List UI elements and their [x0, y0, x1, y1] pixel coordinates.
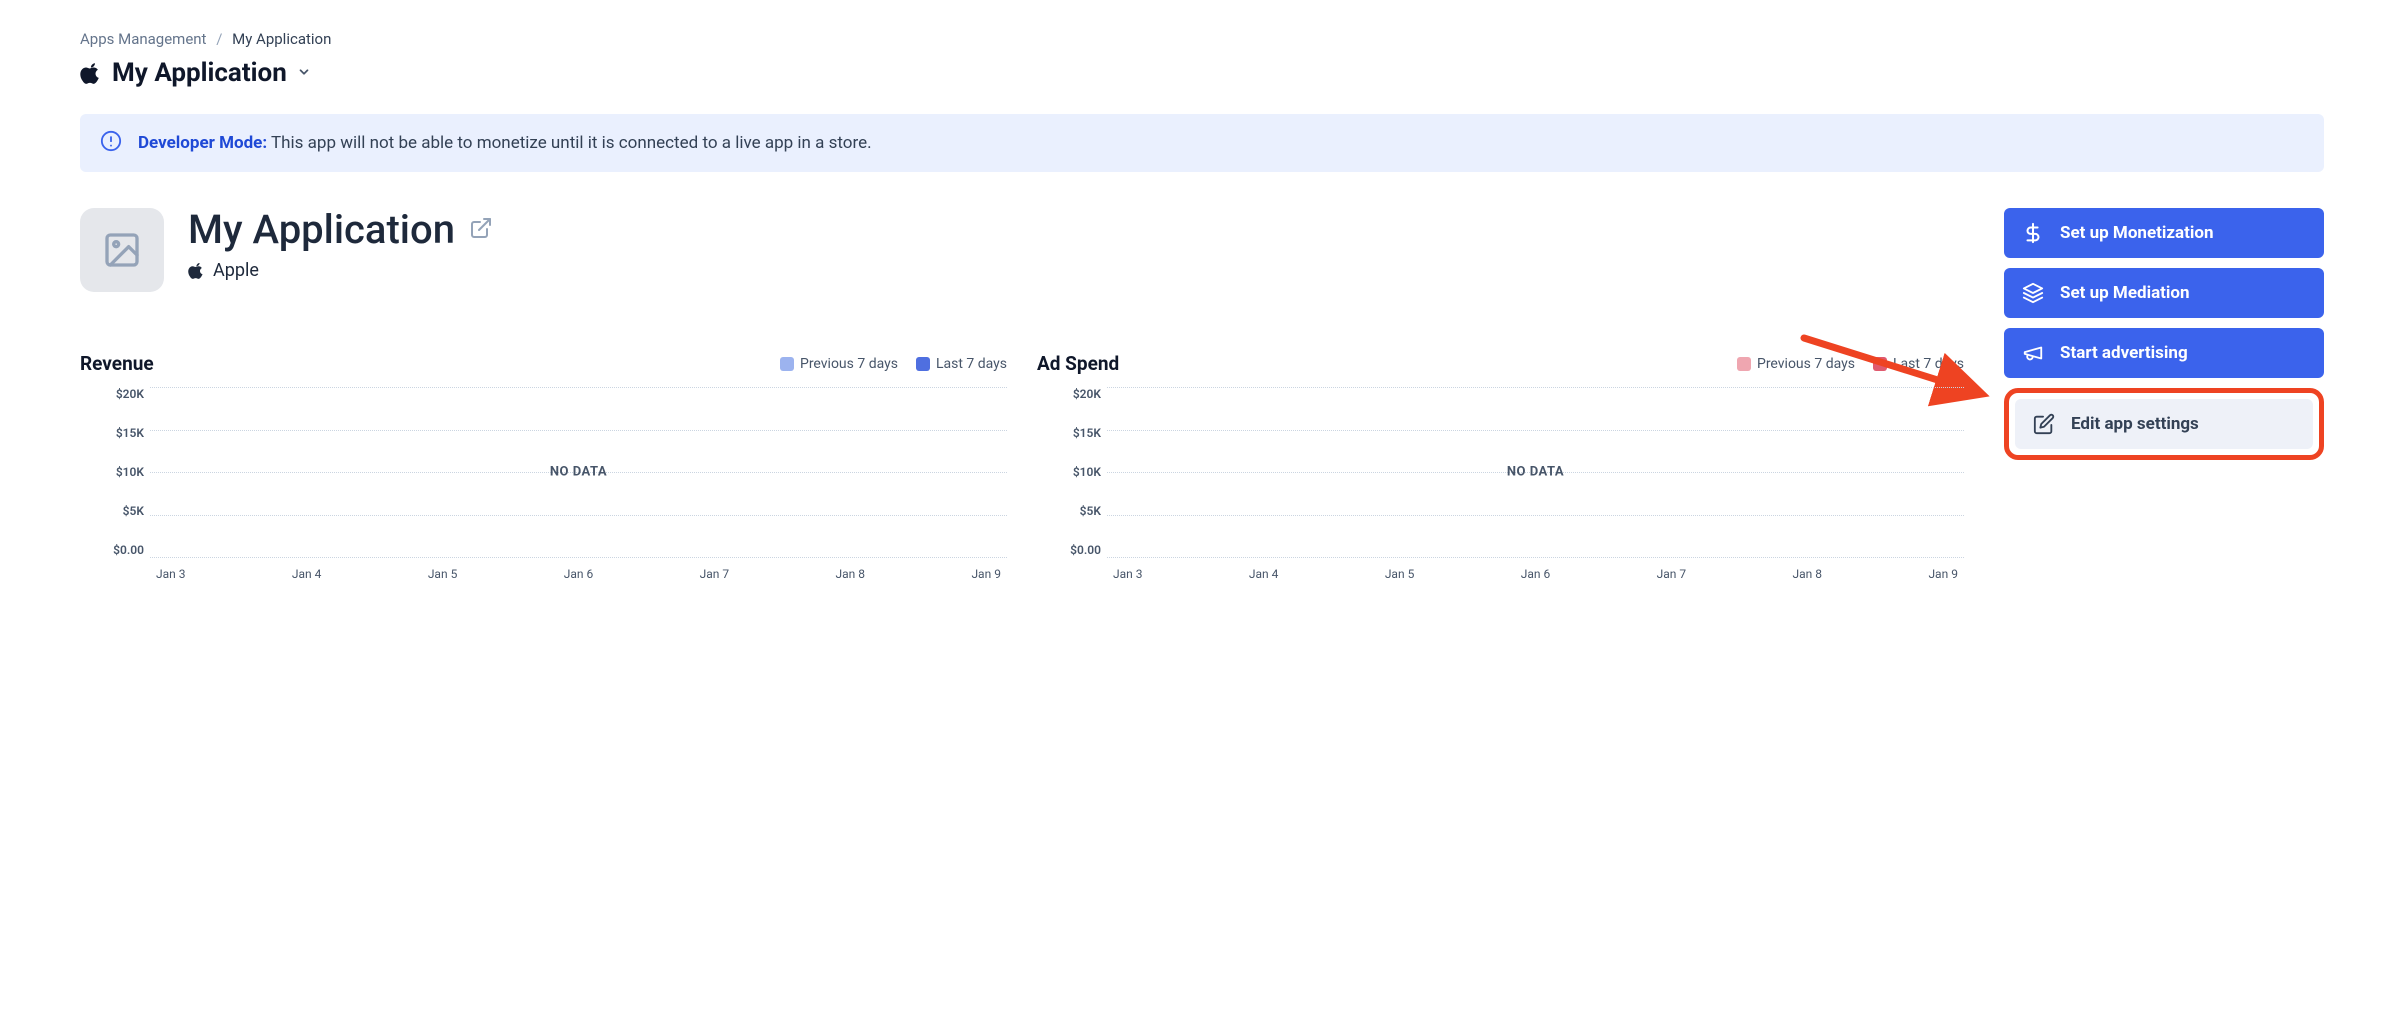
start-advertising-button[interactable]: Start advertising	[2004, 328, 2324, 378]
dollar-icon	[2022, 222, 2044, 244]
legend-swatch-icon	[1873, 357, 1887, 371]
breadcrumb: Apps Management / My Application	[80, 30, 2324, 48]
x-axis-labels: Jan 3 Jan 4 Jan 5 Jan 6 Jan 7 Jan 8 Jan …	[150, 567, 1007, 581]
setup-monetization-button[interactable]: Set up Monetization	[2004, 208, 2324, 258]
external-link-icon[interactable]	[469, 216, 493, 244]
chart-title: Revenue	[80, 352, 154, 375]
legend-swatch-icon	[1737, 357, 1751, 371]
banner-text: This app will not be able to monetize un…	[271, 133, 872, 153]
breadcrumb-separator: /	[216, 30, 222, 48]
y-axis-labels: $20K $15K $10K $5K $0.00	[1037, 387, 1101, 557]
setup-mediation-button[interactable]: Set up Mediation	[2004, 268, 2324, 318]
apple-logo-icon	[80, 61, 102, 85]
chart-revenue: Revenue Previous 7 days Last 7 days	[80, 352, 1007, 577]
legend-last: Last 7 days	[916, 356, 1007, 372]
legend-last: Last 7 days	[1873, 356, 1964, 372]
chart-adspend: Ad Spend Previous 7 days Last 7 days	[1037, 352, 1964, 577]
developer-mode-banner: Developer Mode: This app will not be abl…	[80, 114, 2324, 172]
chevron-down-icon	[297, 64, 311, 83]
y-axis-labels: $20K $15K $10K $5K $0.00	[80, 387, 144, 557]
plot-area: NO DATA	[150, 387, 1007, 557]
layers-icon	[2022, 282, 2044, 304]
apple-logo-icon	[188, 261, 205, 280]
app-icon-placeholder	[80, 208, 164, 292]
legend-swatch-icon	[916, 357, 930, 371]
x-axis-labels: Jan 3 Jan 4 Jan 5 Jan 6 Jan 7 Jan 8 Jan …	[1107, 567, 1964, 581]
no-data-label: NO DATA	[150, 465, 1007, 480]
chart-title: Ad Spend	[1037, 352, 1119, 375]
legend-prev: Previous 7 days	[1737, 356, 1855, 372]
breadcrumb-root-link[interactable]: Apps Management	[80, 30, 206, 48]
info-icon	[100, 130, 122, 156]
edit-app-settings-button[interactable]: Edit app settings	[2015, 399, 2313, 449]
megaphone-icon	[2022, 342, 2044, 364]
legend-swatch-icon	[780, 357, 794, 371]
edit-icon	[2033, 413, 2055, 435]
legend-prev: Previous 7 days	[780, 356, 898, 372]
app-title: My Application	[188, 208, 455, 252]
app-selector-name: My Application	[112, 58, 287, 88]
app-header: My Application Apple	[80, 208, 1964, 292]
banner-prefix: Developer Mode:	[138, 133, 267, 153]
annotation-highlight: Edit app settings	[2004, 388, 2324, 460]
app-selector[interactable]: My Application	[80, 58, 2324, 88]
app-platform-label: Apple	[213, 260, 259, 281]
no-data-label: NO DATA	[1107, 465, 1964, 480]
breadcrumb-current: My Application	[232, 30, 331, 48]
plot-area: NO DATA	[1107, 387, 1964, 557]
